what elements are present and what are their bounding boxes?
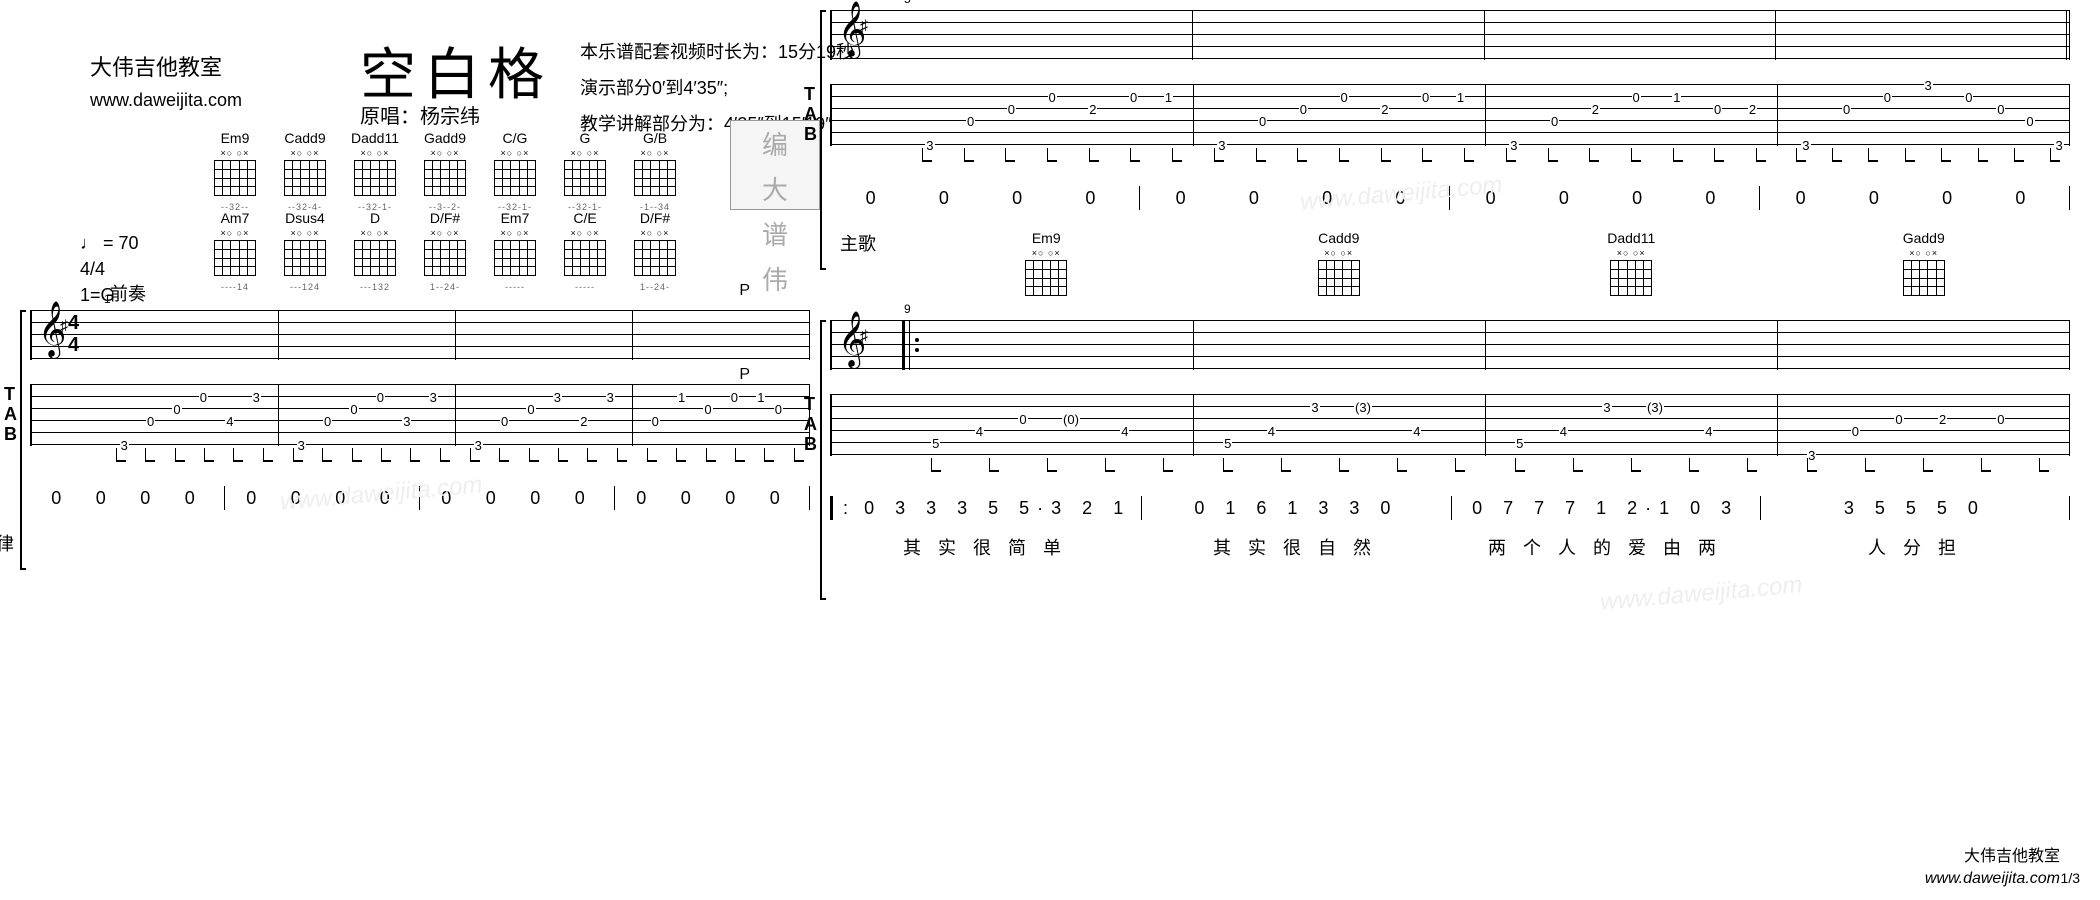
key-signature: ♯ [860,328,868,346]
tab-label: TAB [804,394,817,454]
pull-off-mark: P [739,282,750,300]
chord-Gadd9: Gadd9 ×○ ○×--3--2- [420,130,470,200]
chord-diagrams-row2: Am7 ×○ ○×----14 Dsus4 ×○ ○×---124 D ×○ ○… [210,210,680,280]
chord-Dsus4: Dsus4 ×○ ○×---124 [280,210,330,280]
notation-staff: 𝄞 ♯ 44 1 [30,310,810,360]
system-bracket [820,320,826,600]
notation-staff: 𝄞 ♯ 9 [830,320,2070,370]
song-title: 空白格 [360,30,552,111]
music-system-3: 主歌 Em9 ×○ ○× Cadd9 ×○ ○× Dadd11 ×○ ○× Ga… [830,320,2070,600]
chord-Em7: Em7 ×○ ○×----- [490,210,540,280]
tab-bars: 30002013000201302010230030003 [902,84,2070,146]
pull-off-mark-tab: P [739,366,750,384]
chord-C/G: C/G ×○ ○×--32-1- [490,130,540,200]
tab-bars: 300043300033300323010010 [102,384,810,446]
chord-Dadd11: Dadd11 ×○ ○× [1606,230,1656,300]
melody-line: 0000000000000000 [30,486,810,516]
chord-diagrams-row1: Em9 ×○ ○×--32-- Cadd9 ×○ ○×--32-4- Dadd1… [210,130,680,200]
staff-bars: 9 [902,320,2070,370]
system-bracket [20,310,26,570]
chord-G/B: G/B ×○ ○×-1--34 [630,130,680,200]
tablature: TAB 30002013000201302010230030003 [830,84,2070,146]
chord-Cadd9: Cadd9 ×○ ○× [1314,230,1364,300]
chord-G: G ×○ ○×--32-1- [560,130,610,200]
chord-C/E: C/E ×○ ○×----- [560,210,610,280]
key-signature: ♯ [860,18,868,36]
melody-line: 0000000000000000 [830,186,2070,216]
music-system-1: 吉他 主旋律 前奏 P 𝄞 ♯ 44 1 TAB P 3000433000333… [30,310,810,570]
chord-D: D ×○ ○×---132 [350,210,400,280]
tab-label: TAB [804,84,817,144]
staff-bars: 5 [902,10,2070,60]
footer: 大伟吉他教室 www.daweijita.com [1925,846,2060,890]
chord-Em9: Em9 ×○ ○×--32-- [210,130,260,200]
chord-Em9: Em9 ×○ ○× [1021,230,1071,300]
repeat-start-icon [902,320,910,370]
page-number: 1/3 [2061,870,2080,886]
chord-Cadd9: Cadd9 ×○ ○×--32-4- [280,130,330,200]
chord-D/F#: D/F# ×○ ○×1--24- [420,210,470,280]
melody-label: 主旋律 [0,530,14,556]
tab-bars: 540(0)4543(3)4543(3)430020 [902,394,2070,456]
intro-label: 前奏 [110,280,146,306]
tablature: TAB P 300043300033300323010010 [30,384,810,446]
artist-line: 原唱：杨宗纬 [360,100,480,129]
time-signature: 44 [68,312,79,356]
chord-diagrams-above: Em9 ×○ ○× Cadd9 ×○ ○× Dadd11 ×○ ○× Gadd9… [900,230,2070,300]
brand-url: www.daweijita.com [90,90,242,111]
chord-D/F#: D/F# ×○ ○×1--24- [630,210,680,280]
chord-Am7: Am7 ×○ ○×----14 [210,210,260,280]
key-signature: ♯ [60,318,68,336]
chord-Dadd11: Dadd11 ×○ ○×--32-1- [350,130,400,200]
chord-Gadd9: Gadd9 ×○ ○× [1899,230,1949,300]
melody-numbers: :0 3 3 3 5 5·3 2 10 1 6 1 3 3 00 7 7 7 1… [830,496,2070,526]
notation-staff: 𝄞 ♯ 5 [830,10,2070,60]
verse-label: 主歌 [840,230,876,256]
brand-name: 大伟吉他教室 [90,50,222,82]
staff-bars: 1 [102,310,810,360]
tablature: TAB 540(0)4543(3)4543(3)430020 [830,394,2070,456]
lyrics-line: 其 实 很 简 单其 实 很 自 然两 个 人 的 爱 由 两人 分 担 [830,534,2070,560]
tab-label: TAB [4,384,17,444]
system-bracket [820,10,826,270]
